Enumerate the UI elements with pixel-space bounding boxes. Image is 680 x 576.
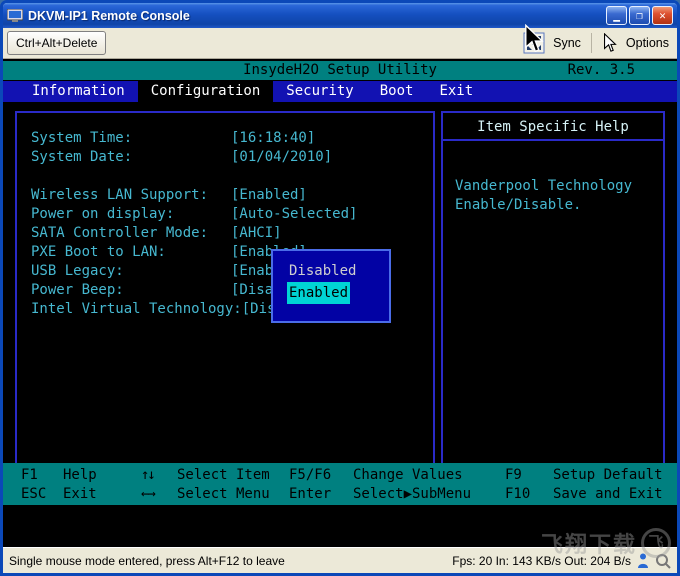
user-icon[interactable] bbox=[637, 553, 649, 569]
bios-header: InsydeH2O Setup Utility Rev. 3.5 bbox=[3, 61, 677, 80]
pointer-icon bbox=[602, 33, 618, 53]
remote-console-window: DKVM-IP1 Remote Console ▁ ❐ ✕ Ctrl+Alt+D… bbox=[0, 0, 680, 576]
bios-revision: Rev. 3.5 bbox=[568, 61, 635, 80]
help-text: Vanderpool Technology Enable/Disable. bbox=[443, 141, 663, 251]
key-legend-row1: F1 Help ↑↓ Select Item F5/F6 Change Valu… bbox=[21, 466, 677, 485]
spacer bbox=[17, 167, 433, 186]
toolbar: Ctrl+Alt+Delete Sync Options bbox=[3, 28, 677, 59]
value-popup: Disabled Enabled bbox=[271, 249, 391, 323]
connection-stats: Fps: 20 In: 143 KB/s Out: 204 B/s bbox=[452, 554, 631, 568]
options-menu[interactable]: Options bbox=[626, 36, 669, 50]
setting-wireless-lan[interactable]: Wireless LAN Support: [Enabled] bbox=[17, 186, 433, 205]
help-pane-title: Item Specific Help bbox=[443, 113, 663, 141]
tab-boot[interactable]: Boot bbox=[367, 81, 427, 102]
tab-exit[interactable]: Exit bbox=[426, 81, 486, 102]
mouse-cursor bbox=[523, 24, 545, 54]
setting-sata-mode[interactable]: SATA Controller Mode: [AHCI] bbox=[17, 224, 433, 243]
close-button[interactable]: ✕ bbox=[652, 6, 673, 25]
bios-main-area: System Time: [16:18:40] System Date: [01… bbox=[3, 103, 677, 505]
status-message: Single mouse mode entered, press Alt+F12… bbox=[9, 554, 285, 568]
tab-information[interactable]: Information bbox=[19, 81, 138, 102]
setting-power-on-display[interactable]: Power on display: [Auto-Selected] bbox=[17, 205, 433, 224]
app-icon bbox=[7, 9, 23, 23]
ctrl-alt-delete-button[interactable]: Ctrl+Alt+Delete bbox=[7, 31, 106, 55]
bios-key-legend: F1 Help ↑↓ Select Item F5/F6 Change Valu… bbox=[3, 463, 677, 505]
toolbar-separator bbox=[591, 33, 592, 53]
popup-option-disabled[interactable]: Disabled bbox=[287, 260, 389, 282]
bios-title: InsydeH2O Setup Utility bbox=[243, 62, 437, 78]
window-title: DKVM-IP1 Remote Console bbox=[28, 9, 606, 23]
sync-menu[interactable]: Sync bbox=[553, 36, 581, 50]
popup-option-enabled[interactable]: Enabled bbox=[287, 282, 389, 304]
setting-system-time[interactable]: System Time: [16:18:40] bbox=[17, 129, 433, 148]
minimize-button[interactable]: ▁ bbox=[606, 6, 627, 25]
restore-button[interactable]: ❐ bbox=[629, 6, 650, 25]
tab-configuration[interactable]: Configuration bbox=[138, 81, 274, 102]
bios-menu-bar: Information Configuration Security Boot … bbox=[3, 81, 677, 102]
statusbar: Single mouse mode entered, press Alt+F12… bbox=[3, 547, 677, 573]
help-pane: Item Specific Help Vanderpool Technology… bbox=[441, 111, 665, 499]
tab-security[interactable]: Security bbox=[273, 81, 366, 102]
zoom-icon[interactable] bbox=[655, 553, 671, 569]
key-legend-row2: ESC Exit ←→ Select Menu Enter Select▶Sub… bbox=[21, 485, 677, 504]
remote-screen[interactable]: InsydeH2O Setup Utility Rev. 3.5 Informa… bbox=[3, 59, 677, 547]
titlebar[interactable]: DKVM-IP1 Remote Console ▁ ❐ ✕ bbox=[3, 3, 677, 28]
setting-system-date[interactable]: System Date: [01/04/2010] bbox=[17, 148, 433, 167]
